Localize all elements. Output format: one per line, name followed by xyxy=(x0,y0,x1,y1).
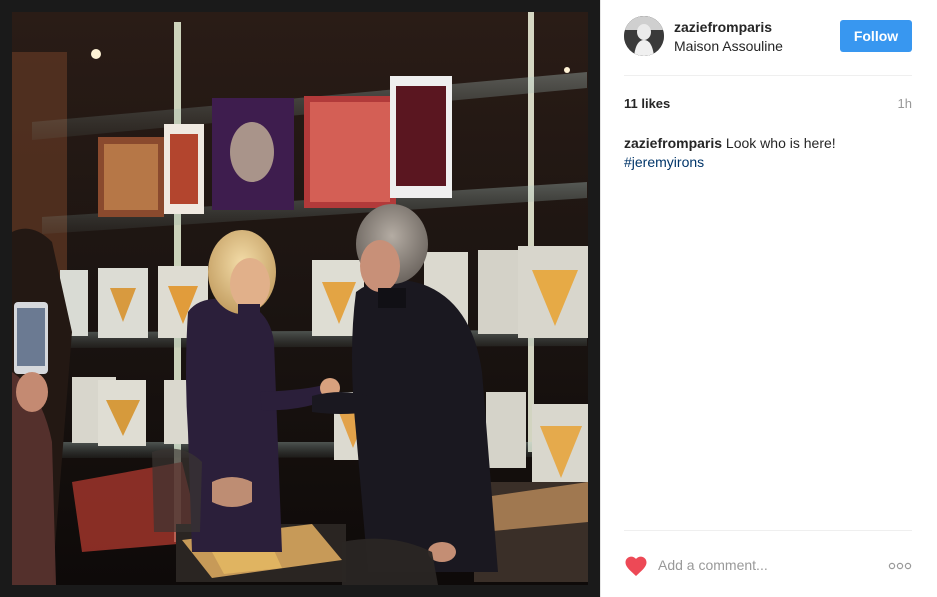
likes-row: 11 likes 1h xyxy=(624,96,912,114)
more-options-icon[interactable] xyxy=(888,559,912,571)
info-pane: zaziefromparis Maison Assouline Follow 1… xyxy=(600,0,937,597)
likes-count[interactable]: 11 likes xyxy=(624,96,670,111)
follow-button[interactable]: Follow xyxy=(840,20,912,52)
comment-input[interactable] xyxy=(658,553,878,577)
caption-username[interactable]: zaziefromparis xyxy=(624,135,722,151)
location-link[interactable]: Maison Assouline xyxy=(674,38,783,54)
post-photo xyxy=(12,12,588,585)
post-header: zaziefromparis Maison Assouline Follow xyxy=(624,16,912,76)
username-link[interactable]: zaziefromparis xyxy=(674,19,772,35)
post-time[interactable]: 1h xyxy=(898,96,912,111)
caption: zaziefromparis Look who is here! #jeremy… xyxy=(624,134,912,172)
hashtag-link[interactable]: #jeremyirons xyxy=(624,153,912,172)
heart-icon[interactable] xyxy=(624,555,648,577)
comment-bar xyxy=(624,530,912,597)
photo-pane xyxy=(0,0,600,597)
caption-text: Look who is here! xyxy=(722,135,836,151)
avatar[interactable] xyxy=(624,16,664,56)
post-modal: zaziefromparis Maison Assouline Follow 1… xyxy=(0,0,937,597)
